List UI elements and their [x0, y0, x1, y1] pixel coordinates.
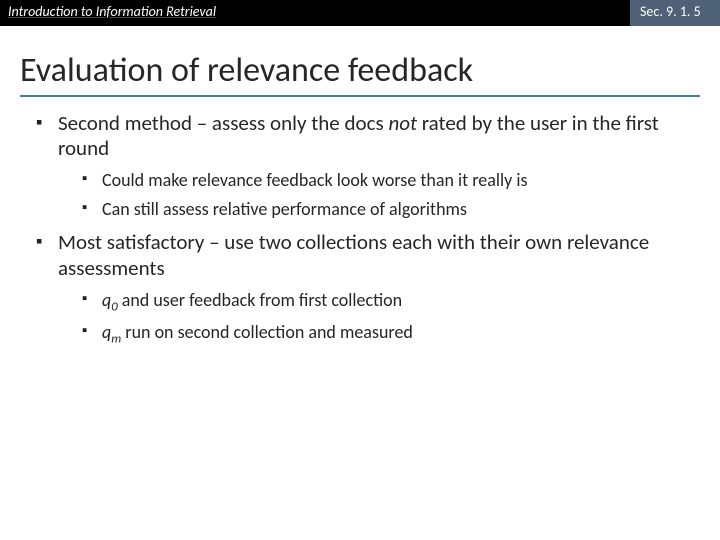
- nested-list: q0 and user feedback from first collecti…: [82, 289, 694, 348]
- bullet-item: Most satisfactory – use two collections …: [36, 230, 694, 347]
- bullet-list: Second method – assess only the docs not…: [36, 111, 694, 347]
- bullet-text: Most satisfactory – use two collections …: [58, 229, 649, 280]
- math-var: q: [102, 321, 111, 343]
- bullet-item: Second method – assess only the docs not…: [36, 111, 694, 220]
- math-var: q: [102, 289, 111, 311]
- nested-list: Could make relevance feedback look worse…: [82, 169, 694, 220]
- bullet-emph: not: [388, 110, 417, 136]
- nested-item: Could make relevance feedback look worse…: [82, 169, 694, 192]
- bullet-text: and user feedback from first collection: [118, 289, 402, 311]
- slide-title: Evaluation of relevance feedback: [20, 50, 700, 97]
- course-title: Introduction to Information Retrieval: [0, 0, 630, 26]
- nested-item: Can still assess relative performance of…: [82, 198, 694, 221]
- slide-header: Introduction to Information Retrieval Se…: [0, 0, 720, 26]
- section-number: Sec. 9. 1. 5: [630, 0, 720, 26]
- nested-item: q0 and user feedback from first collecti…: [82, 289, 694, 315]
- bullet-text: run on second collection and measured: [121, 321, 413, 343]
- math-sub: m: [111, 332, 121, 347]
- nested-item: qm run on second collection and measured: [82, 321, 694, 347]
- bullet-text: Second method – assess only the docs: [58, 110, 388, 136]
